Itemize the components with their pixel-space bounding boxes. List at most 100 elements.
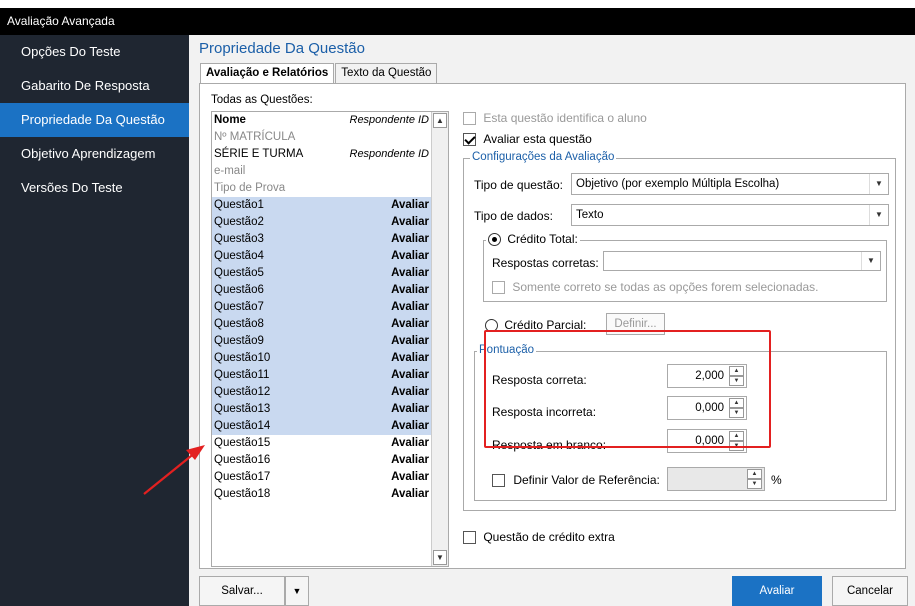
question-list[interactable]: Nome Respondente ID Nº MATRÍCULA SÉRIE E …	[211, 111, 449, 567]
question-mode: Avaliar	[391, 301, 429, 313]
list-item[interactable]: Questão12 Avaliar	[212, 384, 432, 401]
sidebar-item-test-versions[interactable]: Versões Do Teste	[0, 171, 189, 205]
chevron-down-icon: ▼	[869, 205, 888, 225]
list-item[interactable]: Questão14 Avaliar	[212, 418, 432, 435]
save-dropdown-button[interactable]: ▼	[285, 576, 309, 606]
main-area: Propriedade Da Questão Avaliação e Relat…	[189, 35, 915, 606]
question-name: Questão6	[214, 284, 264, 296]
list-item[interactable]: e-mail	[212, 163, 432, 180]
list-item[interactable]: Questão10 Avaliar	[212, 350, 432, 367]
sidebar-item-answer-key[interactable]: Gabarito De Resposta	[0, 69, 189, 103]
extra-credit-label: Questão de crédito extra	[483, 530, 615, 544]
question-mode: Avaliar	[391, 420, 429, 432]
correct-answers-label: Respostas corretas:	[492, 256, 599, 270]
list-item[interactable]: Questão2 Avaliar	[212, 214, 432, 231]
data-type-select[interactable]: Texto ▼	[571, 204, 889, 226]
list-item[interactable]: Questão1 Avaliar	[212, 197, 432, 214]
spin-down-icon[interactable]: ▼	[747, 479, 762, 489]
cancel-button[interactable]: Cancelar	[832, 576, 908, 606]
checkbox-icon	[463, 112, 476, 126]
checkbox-icon	[463, 133, 476, 147]
question-mode: Avaliar	[391, 386, 429, 398]
extra-credit-checkbox[interactable]: Questão de crédito extra	[463, 530, 615, 545]
question-name: Nome	[214, 114, 246, 126]
list-item[interactable]: Questão8 Avaliar	[212, 316, 432, 333]
list-item[interactable]: Questão3 Avaliar	[212, 231, 432, 248]
reference-value-stepper[interactable]: ▲ ▼	[667, 467, 765, 491]
question-mode: Avaliar	[391, 437, 429, 449]
data-type-label: Tipo de dados:	[474, 209, 553, 223]
question-name: Nº MATRÍCULA	[214, 131, 296, 143]
list-item[interactable]: Questão18 Avaliar	[212, 486, 432, 503]
checkbox-icon	[492, 474, 505, 488]
data-type-value: Texto	[576, 209, 604, 221]
question-mode: Avaliar	[391, 199, 429, 211]
evaluate-question-label: Avaliar esta questão	[483, 132, 592, 146]
full-credit-label: Crédito Total:	[507, 232, 578, 246]
tab-bar: Avaliação e Relatórios Texto da Questão	[200, 63, 438, 84]
question-name: e-mail	[214, 165, 246, 177]
question-name: Questão15	[214, 437, 271, 449]
list-item[interactable]: Questão5 Avaliar	[212, 265, 432, 282]
chevron-down-icon: ▼	[861, 252, 880, 270]
sidebar-item-learning-objective[interactable]: Objetivo Aprendizagem	[0, 137, 189, 171]
sidebar-item-options[interactable]: Opções Do Teste	[0, 35, 189, 69]
sidebar: Opções Do Teste Gabarito De Resposta Pro…	[0, 35, 189, 606]
question-mode: Avaliar	[391, 233, 429, 245]
spin-buttons[interactable]: ▲ ▼	[747, 469, 762, 489]
scroll-down-icon[interactable]: ▼	[433, 550, 447, 565]
correct-answers-select[interactable]: ▼	[603, 251, 881, 271]
list-item[interactable]: Nome Respondente ID	[212, 112, 432, 129]
list-item[interactable]: Tipo de Prova	[212, 180, 432, 197]
question-name: Questão9	[214, 335, 264, 347]
question-mode: Respondente ID	[349, 114, 430, 126]
question-name: Questão7	[214, 301, 264, 313]
evaluate-button[interactable]: Avaliar	[732, 576, 822, 606]
question-mode: Avaliar	[391, 267, 429, 279]
identifies-student-label: Esta questão identifica o aluno	[483, 111, 647, 125]
question-name: Questão3	[214, 233, 264, 245]
full-credit-radio[interactable]: Crédito Total:	[486, 232, 580, 247]
page-title: Propriedade Da Questão	[199, 40, 365, 57]
scroll-up-icon[interactable]: ▲	[433, 113, 447, 128]
question-name: Questão1	[214, 199, 264, 211]
chevron-down-icon: ▼	[869, 174, 888, 194]
question-mode: Avaliar	[391, 403, 429, 415]
list-scrollbar[interactable]: ▲ ▼	[431, 112, 448, 566]
list-item[interactable]: Questão7 Avaliar	[212, 299, 432, 316]
evaluate-question-checkbox[interactable]: Avaliar esta questão	[463, 132, 592, 147]
identifies-student-checkbox[interactable]: Esta questão identifica o aluno	[463, 111, 647, 126]
list-item[interactable]: Questão9 Avaliar	[212, 333, 432, 350]
question-type-value: Objetivo (por exemplo Múltipla Escolha)	[576, 178, 780, 190]
highlight-box	[484, 330, 771, 448]
list-item[interactable]: Questão13 Avaliar	[212, 401, 432, 418]
question-type-select[interactable]: Objetivo (por exemplo Múltipla Escolha) …	[571, 173, 889, 195]
tab-question-text[interactable]: Texto da Questão	[335, 63, 438, 83]
tab-evaluation-reports[interactable]: Avaliação e Relatórios	[200, 63, 335, 84]
save-button[interactable]: Salvar...	[199, 576, 285, 606]
sidebar-item-question-property[interactable]: Propriedade Da Questão	[0, 103, 189, 137]
question-type-label: Tipo de questão:	[474, 178, 563, 192]
list-item[interactable]: SÉRIE E TURMA Respondente ID	[212, 146, 432, 163]
list-item[interactable]: Questão15 Avaliar	[212, 435, 432, 452]
chevron-down-icon: ▼	[292, 586, 302, 596]
list-item[interactable]: Nº MATRÍCULA	[212, 129, 432, 146]
question-mode: Avaliar	[391, 216, 429, 228]
percent-label: %	[771, 473, 782, 487]
list-item[interactable]: Questão4 Avaliar	[212, 248, 432, 265]
reference-value-checkbox[interactable]: Definir Valor de Referência:	[492, 473, 660, 488]
spin-up-icon[interactable]: ▲	[747, 469, 762, 479]
question-mode: Avaliar	[391, 250, 429, 262]
question-name: Questão10	[214, 352, 271, 364]
question-mode: Avaliar	[391, 284, 429, 296]
question-name: Questão14	[214, 420, 271, 432]
list-item[interactable]: Questão6 Avaliar	[212, 282, 432, 299]
list-item[interactable]: Questão16 Avaliar	[212, 452, 432, 469]
only-correct-all-checkbox[interactable]: Somente correto se todas as opções forem…	[492, 280, 819, 295]
list-item[interactable]: Questão11 Avaliar	[212, 367, 432, 384]
question-name: Questão5	[214, 267, 264, 279]
question-name: Questão13	[214, 403, 271, 415]
list-item[interactable]: Questão17 Avaliar	[212, 469, 432, 486]
question-name: Questão12	[214, 386, 271, 398]
tab-panel: Todas as Questões: Nome Respondente ID Nº…	[199, 83, 906, 569]
